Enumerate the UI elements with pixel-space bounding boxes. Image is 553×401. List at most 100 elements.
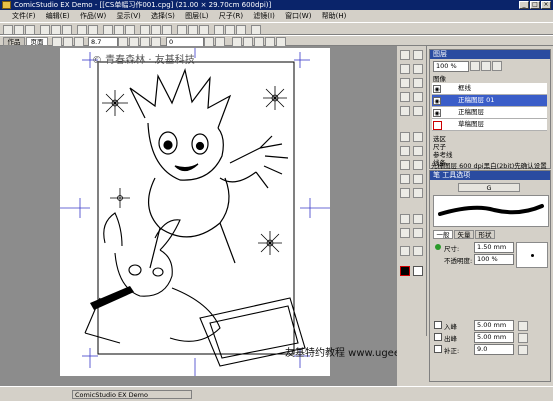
brush-dot-icon xyxy=(531,254,534,257)
search-icon[interactable] xyxy=(400,246,410,256)
redo-icon[interactable] xyxy=(88,25,98,35)
menu-window[interactable]: 窗口(W) xyxy=(281,10,315,22)
paste-icon[interactable] xyxy=(62,25,72,35)
grid-icon[interactable] xyxy=(151,25,161,35)
save-icon[interactable] xyxy=(25,25,35,35)
copy-icon[interactable] xyxy=(51,25,61,35)
canvas-area[interactable]: © 青春森林 · 友基科技 友基特约教程 www.ugee.com.cn xyxy=(0,46,440,386)
out-field[interactable]: 5.00 mm xyxy=(474,332,514,343)
text-icon[interactable] xyxy=(199,25,209,35)
layer-row[interactable]: 框线 xyxy=(432,83,547,95)
pen-tool-icon[interactable] xyxy=(400,132,410,142)
preset-selector[interactable]: G xyxy=(458,183,520,192)
menu-work[interactable]: 作品(W) xyxy=(76,10,110,22)
frame-tool-icon[interactable] xyxy=(413,106,423,116)
menu-file[interactable]: 文件(F) xyxy=(0,10,40,22)
layer-row-active[interactable]: 正稿图层 01 xyxy=(432,95,547,107)
new-icon[interactable] xyxy=(3,25,13,35)
marker-tool-icon[interactable] xyxy=(400,146,410,156)
manga-page[interactable] xyxy=(60,48,330,376)
zoom-in-icon[interactable] xyxy=(103,25,113,35)
move-icon[interactable] xyxy=(400,50,410,60)
wand-icon[interactable] xyxy=(413,78,423,88)
eye-icon[interactable]: ◉ xyxy=(433,109,441,117)
fit-icon[interactable] xyxy=(125,25,135,35)
line-tool-icon[interactable] xyxy=(400,214,410,224)
zoom-tool-icon[interactable] xyxy=(400,64,410,74)
eyedropper-tool-icon[interactable] xyxy=(400,228,410,238)
airbrush-tool-icon[interactable] xyxy=(400,160,410,170)
tone-icon[interactable] xyxy=(188,25,198,35)
ruler-icon[interactable] xyxy=(140,25,150,35)
menu-edit[interactable]: 编辑(E) xyxy=(42,10,74,22)
tone-tool-icon[interactable] xyxy=(413,228,423,238)
in-field[interactable]: 5.00 mm xyxy=(474,320,514,331)
correction-checkbox[interactable] xyxy=(434,345,442,353)
text-tool-icon[interactable] xyxy=(400,188,410,198)
lock-icon[interactable] xyxy=(433,121,442,130)
layer-settings-icon[interactable] xyxy=(492,61,502,71)
menu-filter[interactable]: 滤镜(I) xyxy=(249,10,279,22)
maximize-button[interactable]: □ xyxy=(530,1,540,9)
tab-work[interactable]: 作品 xyxy=(3,37,25,46)
curve-graph-icon[interactable] xyxy=(518,321,528,331)
pencil-tool-icon[interactable] xyxy=(413,132,423,142)
foreground-color-swatch[interactable] xyxy=(400,266,410,276)
layer-row[interactable]: 草稿图层 xyxy=(432,119,547,131)
delete-layer-icon[interactable] xyxy=(481,61,491,71)
marquee-icon[interactable] xyxy=(400,92,410,102)
zoom-out-icon[interactable] xyxy=(114,25,124,35)
ruler-tool-icon[interactable] xyxy=(400,106,410,116)
new-layer-icon[interactable] xyxy=(470,61,480,71)
menu-ruler[interactable]: 尺子(R) xyxy=(215,10,247,22)
curve-graph-icon[interactable] xyxy=(518,345,528,355)
opacity-label: 不透明度: xyxy=(444,257,473,265)
palette-icon[interactable] xyxy=(225,25,235,35)
balloon-tool-icon[interactable] xyxy=(413,188,423,198)
open-icon[interactable] xyxy=(14,25,24,35)
hand-tool-icon[interactable] xyxy=(413,50,423,60)
gradient-tool-icon[interactable] xyxy=(413,174,423,184)
brush-tool-icon[interactable] xyxy=(413,146,423,156)
tab-shape[interactable]: 形状 xyxy=(475,230,495,239)
out-checkbox[interactable] xyxy=(434,333,442,341)
layer-row[interactable]: 正稿图层 xyxy=(432,107,547,119)
hand-small-icon[interactable] xyxy=(413,246,423,256)
rotate-tool-icon[interactable] xyxy=(413,64,423,74)
eye-icon[interactable]: ◉ xyxy=(433,85,441,93)
navigator-icon[interactable] xyxy=(236,25,246,35)
curve-graph-icon[interactable] xyxy=(518,333,528,343)
close-button[interactable]: × xyxy=(541,1,551,9)
menu-help[interactable]: 帮助(H) xyxy=(318,10,351,22)
brush-shape-preview xyxy=(516,242,548,268)
background-color-swatch[interactable] xyxy=(413,266,423,276)
cut-icon[interactable] xyxy=(40,25,50,35)
correction-field[interactable]: 9.0 xyxy=(474,344,514,355)
color-icon[interactable] xyxy=(214,25,224,35)
eraser-tool-icon[interactable] xyxy=(413,160,423,170)
info-icon[interactable] xyxy=(251,25,261,35)
menu-layer[interactable]: 图层(L) xyxy=(181,10,212,22)
size-field[interactable]: 1.50 mm xyxy=(474,242,514,253)
layers-panel: 图层 100 % 图像 框线 正稿图层 01 正稿图层 草稿图层 ◉ ◉ ◉ 选… xyxy=(429,49,551,169)
opacity-field[interactable]: 100 % xyxy=(474,254,514,265)
shape-tool-icon[interactable] xyxy=(413,214,423,224)
in-checkbox[interactable] xyxy=(434,321,442,329)
pressure-icon[interactable] xyxy=(435,244,441,250)
tab-general[interactable]: 一般 xyxy=(433,230,453,239)
fill-tool-icon[interactable] xyxy=(400,174,410,184)
layer-opacity-field[interactable]: 100 % xyxy=(433,61,469,72)
layer-icon[interactable] xyxy=(177,25,187,35)
tab-page[interactable]: 页面 xyxy=(26,37,48,46)
layers-panel-title: 图层 xyxy=(430,50,550,59)
tab-vector[interactable]: 矢量 xyxy=(454,230,474,239)
menu-select[interactable]: 选择(S) xyxy=(147,10,179,22)
guide-icon[interactable] xyxy=(162,25,172,35)
menu-view[interactable]: 显示(V) xyxy=(112,10,144,22)
minimize-button[interactable]: _ xyxy=(519,1,529,9)
layer-name: 正稿图层 01 xyxy=(458,96,495,104)
eye-icon[interactable]: ◉ xyxy=(433,97,441,105)
select-pen-icon[interactable] xyxy=(413,92,423,102)
undo-icon[interactable] xyxy=(77,25,87,35)
lasso-icon[interactable] xyxy=(400,78,410,88)
